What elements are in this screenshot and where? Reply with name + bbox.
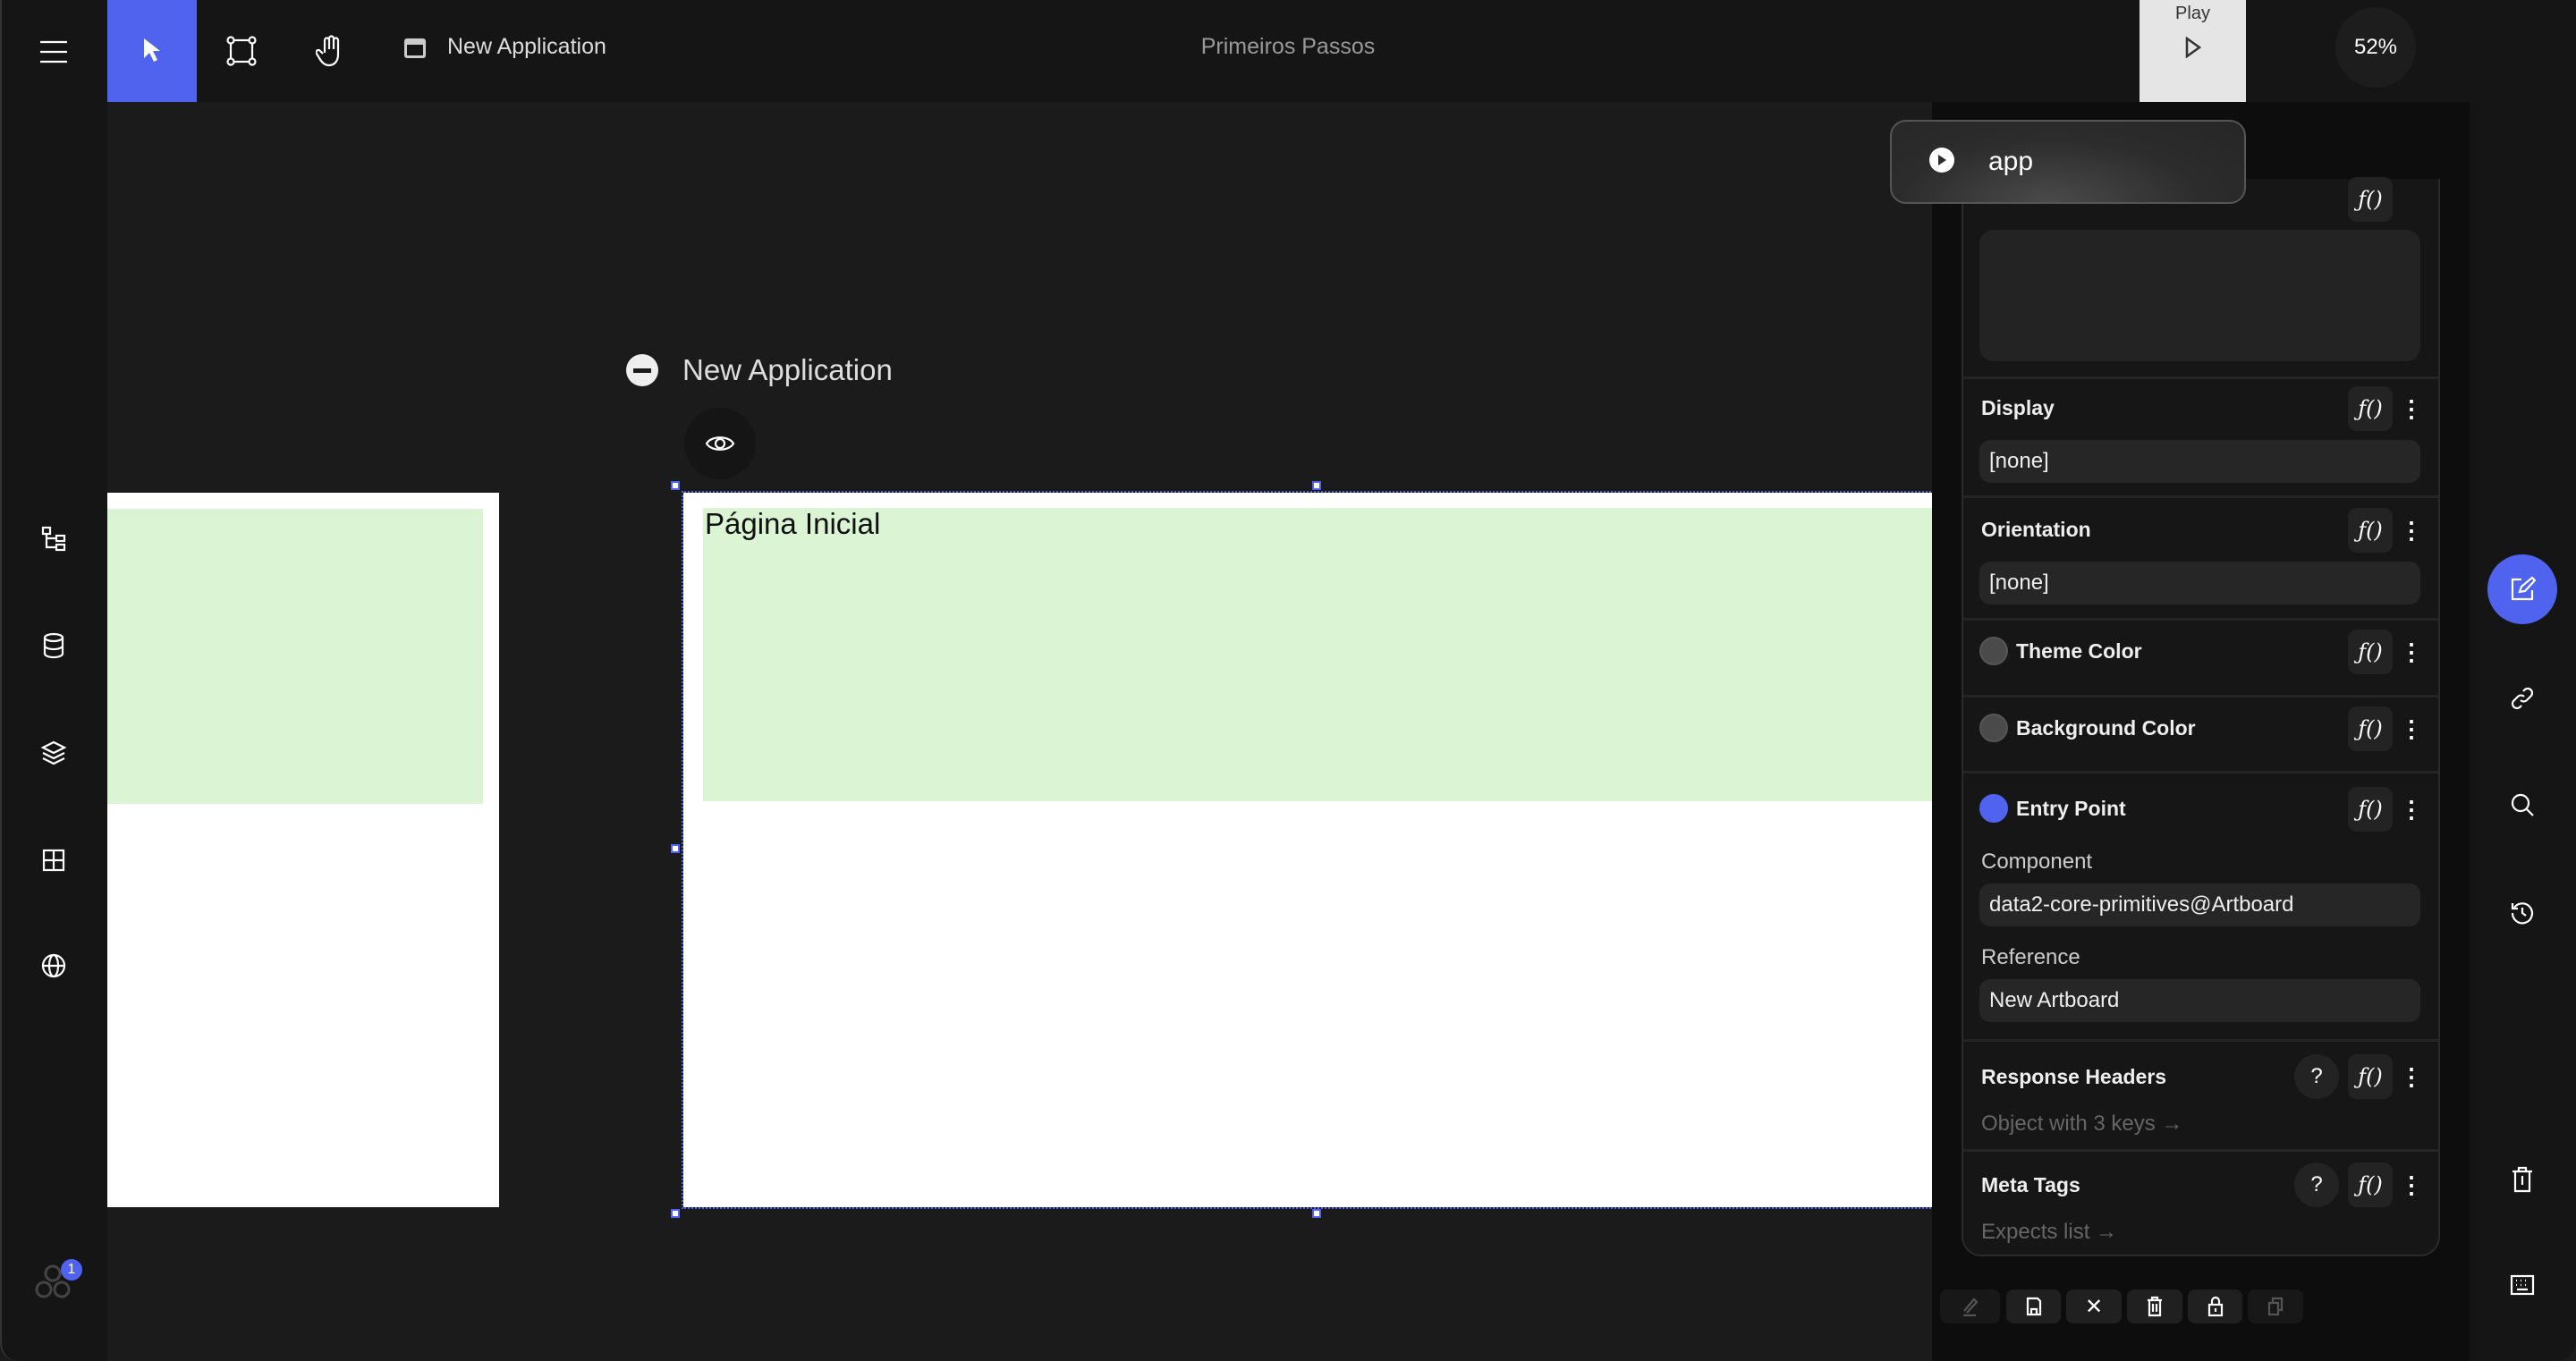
more-icon[interactable]: ⋮ bbox=[2400, 1054, 2423, 1099]
display-label: Display bbox=[1981, 396, 2055, 419]
artboard-left[interactable] bbox=[107, 493, 499, 1207]
artboard-header bbox=[107, 509, 483, 804]
menu-icon[interactable] bbox=[18, 16, 89, 88]
resize-handle[interactable] bbox=[671, 481, 680, 490]
page-title: Página Inicial bbox=[705, 507, 881, 540]
play-button[interactable]: Play bbox=[2140, 0, 2246, 102]
tree-icon[interactable] bbox=[34, 519, 73, 558]
history-icon[interactable] bbox=[2504, 895, 2540, 931]
artboard-main[interactable]: Página Inicial bbox=[682, 491, 1934, 1209]
grid-icon[interactable] bbox=[34, 841, 73, 880]
layers-icon[interactable] bbox=[34, 733, 73, 773]
textarea-field[interactable] bbox=[1979, 230, 2420, 361]
select-tool-button[interactable] bbox=[107, 0, 197, 102]
response-headers-value[interactable]: Object with 3 keys → bbox=[1981, 1112, 2182, 1137]
function-button[interactable]: ƒ() bbox=[2348, 1162, 2393, 1207]
function-button[interactable]: ƒ() bbox=[2348, 508, 2393, 553]
orientation-select[interactable]: [none] bbox=[1979, 562, 2420, 604]
reference-label: Reference bbox=[1981, 945, 2080, 969]
function-button[interactable]: ƒ() bbox=[2348, 787, 2393, 832]
left-sidebar bbox=[0, 0, 107, 1361]
resize-handle[interactable] bbox=[1312, 1209, 1321, 1218]
lock-button[interactable] bbox=[2188, 1289, 2242, 1323]
function-button[interactable]: ƒ() bbox=[2348, 386, 2393, 431]
delete-button[interactable] bbox=[2127, 1289, 2182, 1323]
function-button[interactable]: ƒ() bbox=[2348, 1054, 2393, 1099]
more-icon[interactable]: ⋮ bbox=[2400, 630, 2423, 674]
artboard-header bbox=[703, 508, 1932, 801]
globe-icon[interactable] bbox=[34, 946, 73, 985]
entry-point-label: Entry Point bbox=[2016, 797, 2126, 820]
pencil-icon bbox=[1962, 1298, 1979, 1316]
lock-icon bbox=[2207, 1296, 2223, 1317]
save-button[interactable] bbox=[2006, 1289, 2061, 1323]
notification-badge: 1 bbox=[61, 1259, 82, 1281]
component-label: Component bbox=[1981, 850, 2093, 874]
community-icon[interactable]: 1 bbox=[34, 1259, 82, 1302]
frame-tool-button[interactable] bbox=[197, 0, 286, 102]
help-button[interactable]: ? bbox=[2294, 1162, 2339, 1207]
play-label: Play bbox=[2175, 4, 2210, 23]
eye-icon bbox=[705, 436, 735, 451]
frame-icon bbox=[226, 36, 257, 66]
trash-icon[interactable] bbox=[2504, 1162, 2540, 1197]
close-button[interactable]: ✕ bbox=[2066, 1289, 2122, 1323]
meta-tags-label: Meta Tags bbox=[1981, 1173, 2080, 1196]
display-select[interactable]: [none] bbox=[1979, 440, 2420, 483]
more-icon[interactable]: ⋮ bbox=[2400, 386, 2423, 431]
popup-label: app bbox=[1988, 147, 2034, 176]
theme-color-label: Theme Color bbox=[2016, 639, 2142, 663]
background-color-label: Background Color bbox=[2016, 716, 2196, 740]
orientation-label: Orientation bbox=[1981, 518, 2091, 541]
meta-tags-value[interactable]: Expects list → bbox=[1981, 1220, 2117, 1245]
trash-icon bbox=[2148, 1296, 2162, 1317]
more-icon[interactable]: ⋮ bbox=[2400, 1162, 2423, 1207]
keyboard-icon[interactable] bbox=[2504, 1267, 2540, 1303]
database-icon[interactable] bbox=[34, 626, 73, 665]
more-icon[interactable]: ⋮ bbox=[2400, 508, 2423, 553]
visibility-button[interactable] bbox=[684, 408, 756, 479]
hand-icon bbox=[316, 35, 340, 67]
background-color-swatch[interactable] bbox=[1979, 714, 2008, 742]
resize-handle[interactable] bbox=[1312, 481, 1321, 490]
project-name: Primeiros Passos bbox=[1200, 34, 1376, 59]
window-icon bbox=[404, 38, 426, 58]
theme-color-swatch[interactable] bbox=[1979, 637, 2008, 665]
play-icon bbox=[2185, 37, 2201, 58]
run-popup[interactable]: app bbox=[1890, 120, 2246, 204]
hand-tool-button[interactable] bbox=[286, 0, 376, 102]
reference-field[interactable]: New Artboard bbox=[1979, 979, 2420, 1022]
more-icon[interactable]: ⋮ bbox=[2400, 787, 2423, 832]
more-icon[interactable]: ⋮ bbox=[2400, 706, 2423, 751]
zoom-level[interactable]: 52% bbox=[2335, 7, 2416, 88]
edit-properties-icon[interactable] bbox=[2487, 554, 2557, 624]
help-button[interactable]: ? bbox=[2294, 1054, 2339, 1099]
search-icon[interactable] bbox=[2504, 787, 2540, 823]
resize-handle[interactable] bbox=[671, 844, 680, 853]
response-headers-label: Response Headers bbox=[1981, 1065, 2167, 1088]
duplicate-button[interactable] bbox=[2248, 1289, 2303, 1323]
entry-point-swatch[interactable] bbox=[1979, 794, 2008, 823]
function-button[interactable]: ƒ() bbox=[2348, 177, 2393, 222]
function-button[interactable]: ƒ() bbox=[2348, 706, 2393, 751]
edit-button[interactable] bbox=[1940, 1289, 2000, 1323]
link-icon[interactable] bbox=[2504, 680, 2540, 716]
collapse-icon[interactable] bbox=[626, 354, 658, 386]
function-button[interactable]: ƒ() bbox=[2348, 630, 2393, 674]
pointer-icon bbox=[144, 38, 160, 62]
save-icon bbox=[2026, 1297, 2041, 1316]
document-title[interactable]: New Application bbox=[447, 34, 606, 60]
play-circle-icon bbox=[1929, 148, 1954, 173]
copy-icon bbox=[2267, 1297, 2284, 1316]
component-field[interactable]: data2-core-primitives@Artboard bbox=[1979, 883, 2420, 926]
resize-handle[interactable] bbox=[671, 1209, 680, 1218]
application-title[interactable]: New Application bbox=[682, 353, 893, 387]
